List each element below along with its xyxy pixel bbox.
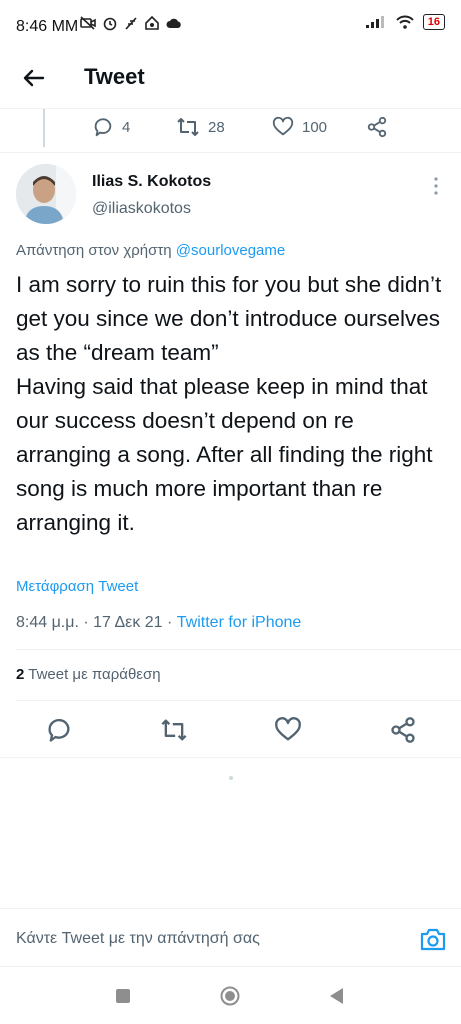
parent-retweet-button[interactable]: 28 [176, 116, 225, 138]
author-handle[interactable]: @iliaskokotos [92, 200, 191, 218]
thread-connector [43, 109, 45, 147]
avatar[interactable] [16, 164, 76, 224]
home-security-icon [145, 15, 159, 30]
page-title: Tweet [84, 64, 145, 89]
camera-icon[interactable] [418, 924, 448, 954]
quote-label: Tweet με παράθεση [24, 666, 161, 683]
share-icon[interactable] [389, 716, 417, 744]
parent-retweet-count: 28 [208, 118, 225, 136]
parent-reply-count: 4 [122, 118, 131, 136]
profile-photo [16, 164, 76, 224]
nav-back-button[interactable] [328, 987, 344, 1005]
more-icon[interactable] [432, 176, 440, 196]
retweet-icon[interactable] [160, 716, 188, 744]
divider [16, 649, 461, 650]
wifi-icon [396, 15, 414, 29]
tweet-metadata: 8:44 μ.μ. · 17 Δεκ 21 · Twitter for iPho… [16, 614, 301, 632]
translate-tweet-link[interactable]: Μετάφραση Tweet [16, 578, 138, 595]
parent-like-button[interactable]: 100 [272, 116, 327, 138]
like-icon [272, 116, 294, 136]
share-icon [367, 116, 387, 138]
divider [0, 108, 461, 109]
alarm-icon [103, 17, 117, 31]
divider [0, 757, 461, 758]
author-name[interactable]: Ilias S. Kokotos [92, 173, 211, 191]
divider [0, 966, 461, 967]
parent-like-count: 100 [302, 118, 328, 136]
loading-indicator [229, 776, 233, 780]
replying-to: Απάντηση στον χρήστη @sourlovegame [16, 242, 285, 259]
recents-button[interactable] [116, 989, 130, 1003]
back-arrow-icon[interactable] [20, 64, 48, 92]
parent-share-button[interactable] [366, 116, 388, 138]
replying-to-link[interactable]: @sourlovegame [176, 242, 285, 259]
status-system-icons: 16 [365, 14, 445, 30]
video-off-icon [80, 16, 96, 30]
signal-icon [365, 16, 384, 28]
retweet-icon [177, 118, 199, 136]
parent-reply-button[interactable]: 4 [92, 116, 130, 138]
divider [0, 152, 461, 153]
status-bar: 8:46 MM 16 [0, 0, 461, 52]
status-time: 8:46 MM [16, 18, 79, 35]
divider [16, 700, 461, 701]
divider [0, 908, 461, 909]
home-button[interactable] [220, 986, 240, 1006]
cloud-icon [166, 18, 181, 28]
tweet-source-link[interactable]: Twitter for iPhone [177, 614, 302, 631]
like-icon[interactable] [274, 716, 302, 744]
quote-tweets-link[interactable]: 2 Tweet με παράθεση [16, 666, 161, 683]
status-notification-icons [80, 15, 182, 31]
reply-icon [94, 118, 112, 137]
reply-icon[interactable] [45, 716, 73, 744]
tweet-text: I am sorry to ruin this for you but she … [16, 272, 442, 535]
replying-prefix: Απάντηση στον χρήστη [16, 242, 172, 259]
battery-indicator: 16 [422, 14, 445, 30]
reply-input[interactable]: Κάντε Tweet με την απάντησή σας [16, 930, 260, 948]
feather-icon [125, 17, 137, 30]
tweet-timestamp: 8:44 μ.μ. · 17 Δεκ 21 · [16, 614, 177, 631]
